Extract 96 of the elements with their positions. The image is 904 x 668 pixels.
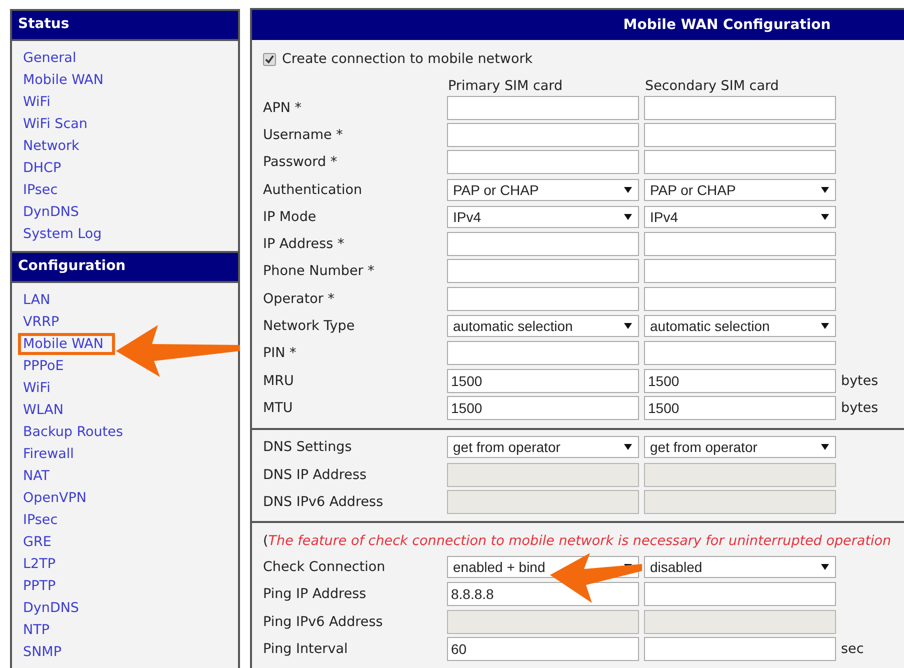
- field-label: Phone Number *: [263, 263, 376, 280]
- sidebar-link[interactable]: L2TP: [18, 553, 60, 575]
- input-field[interactable]: [644, 582, 836, 606]
- dropdown[interactable]: disabled: [644, 556, 836, 578]
- unit-label: sec: [841, 640, 865, 657]
- sidebar-link[interactable]: DHCP: [18, 157, 66, 179]
- input-field[interactable]: [644, 150, 836, 174]
- sidebar-link[interactable]: Network: [18, 135, 84, 157]
- field-label: PIN *: [263, 345, 298, 362]
- field-label: DNS IPv6 Address: [263, 494, 384, 510]
- sidebar-link[interactable]: Firewall: [18, 443, 79, 465]
- column-heading: Primary SIM card: [447, 78, 564, 94]
- field-label: Ping IP Address: [263, 586, 368, 602]
- field-label: Check Connection: [263, 559, 386, 576]
- dropdown[interactable]: PAP or CHAP: [447, 178, 639, 201]
- caret-icon: [624, 323, 632, 330]
- dropdown[interactable]: automatic selection: [644, 315, 836, 338]
- caret-icon: [624, 186, 632, 193]
- panel-title: Mobile WAN Configuration: [623, 17, 831, 33]
- input-field[interactable]: 1500: [447, 396, 639, 420]
- dropdown[interactable]: IPv4: [644, 206, 836, 228]
- caret-icon: [821, 564, 829, 570]
- sidebar-link[interactable]: Mobile WAN: [18, 69, 109, 91]
- sidebar-link[interactable]: WiFi: [18, 377, 56, 399]
- field-label: Operator *: [263, 290, 336, 307]
- input-field[interactable]: 8.8.8.8: [447, 582, 639, 606]
- caret-icon: [821, 214, 829, 220]
- sidebar-heading: Configuration: [12, 251, 238, 283]
- sidebar-link[interactable]: OpenVPN: [18, 487, 92, 509]
- unit-label: bytes: [841, 372, 880, 389]
- field-label: Ping Interval: [263, 640, 349, 657]
- sidebar-link[interactable]: PPTP: [18, 575, 61, 597]
- caret-icon: [821, 323, 829, 330]
- input-field[interactable]: [644, 636, 836, 661]
- unit-label: bytes: [841, 400, 880, 416]
- input-field[interactable]: 1500: [447, 368, 639, 393]
- input-field[interactable]: [447, 122, 639, 147]
- sidebar-link[interactable]: SNMP: [18, 641, 66, 663]
- column-heading: Secondary SIM card: [644, 78, 780, 94]
- field-label: IP Address *: [263, 236, 346, 252]
- sidebar-link[interactable]: WLAN: [18, 399, 69, 421]
- input-field[interactable]: 1500: [644, 368, 836, 393]
- sidebar-link[interactable]: Mobile WAN: [18, 333, 115, 355]
- field-label: Ping IPv6 Address: [263, 614, 384, 630]
- note-text: (The feature of check connection to mobile network is necessary for uninterrupted operation: [263, 532, 892, 552]
- dropdown[interactable]: IPv4: [447, 206, 639, 228]
- sidebar-link[interactable]: WiFi: [18, 91, 56, 113]
- checkbox-label: Create connection to mobile network: [282, 51, 533, 67]
- sidebar-link[interactable]: Backup Routes: [18, 421, 128, 443]
- dropdown[interactable]: PAP or CHAP: [644, 178, 836, 201]
- sidebar-link[interactable]: NAT: [18, 465, 55, 487]
- sidebar-link[interactable]: GRE: [18, 531, 56, 553]
- input-field[interactable]: [447, 341, 639, 366]
- input-field[interactable]: [644, 232, 836, 256]
- sidebar-link[interactable]: WiFi Scan: [18, 113, 92, 135]
- dropdown[interactable]: automatic selection: [447, 315, 639, 338]
- caret-icon: [624, 444, 632, 450]
- sidebar-link[interactable]: NTP: [18, 619, 54, 641]
- input-field[interactable]: [644, 259, 836, 284]
- field-label: Password *: [263, 154, 338, 170]
- input-field[interactable]: 60: [447, 636, 639, 661]
- input-field[interactable]: [644, 286, 836, 311]
- caret-icon: [821, 444, 829, 450]
- caret-icon: [821, 186, 829, 193]
- field-label: APN *: [263, 100, 303, 116]
- input-field[interactable]: [447, 259, 639, 284]
- dropdown[interactable]: get from operator: [644, 436, 836, 458]
- field-label: MTU: [263, 400, 294, 416]
- field-label: Network Type: [263, 318, 356, 334]
- caret-icon: [624, 214, 632, 220]
- sidebar-link[interactable]: DynDNS: [18, 597, 84, 619]
- sidebar-link[interactable]: IPsec: [18, 179, 63, 201]
- sidebar-link[interactable]: General: [18, 47, 82, 69]
- sidebar-heading: Status: [12, 11, 238, 41]
- input-field[interactable]: [447, 150, 639, 174]
- field-label: DNS IP Address: [263, 466, 368, 482]
- field-label: IP Mode: [263, 208, 318, 225]
- input-field[interactable]: [644, 122, 836, 147]
- sidebar-link[interactable]: System Log: [18, 223, 107, 245]
- field-label: MRU: [263, 372, 295, 389]
- input-field[interactable]: 1500: [644, 396, 836, 420]
- input-field[interactable]: [644, 96, 836, 120]
- input-field[interactable]: [644, 341, 836, 366]
- checkbox[interactable]: [263, 52, 276, 66]
- sidebar-link[interactable]: VRRP: [18, 311, 64, 333]
- sidebar-link[interactable]: IPsec: [18, 509, 63, 531]
- input-field[interactable]: [447, 96, 639, 120]
- field-label: Username *: [263, 126, 344, 143]
- input-field[interactable]: [447, 286, 639, 311]
- dropdown[interactable]: get from operator: [447, 436, 639, 458]
- field-label: DNS Settings: [263, 439, 353, 456]
- field-label: Authentication: [263, 182, 364, 198]
- input-field[interactable]: [447, 232, 639, 256]
- sidebar-link[interactable]: LAN: [18, 289, 56, 311]
- sidebar-link[interactable]: PPPoE: [18, 355, 69, 377]
- sidebar-link[interactable]: DynDNS: [18, 201, 84, 223]
